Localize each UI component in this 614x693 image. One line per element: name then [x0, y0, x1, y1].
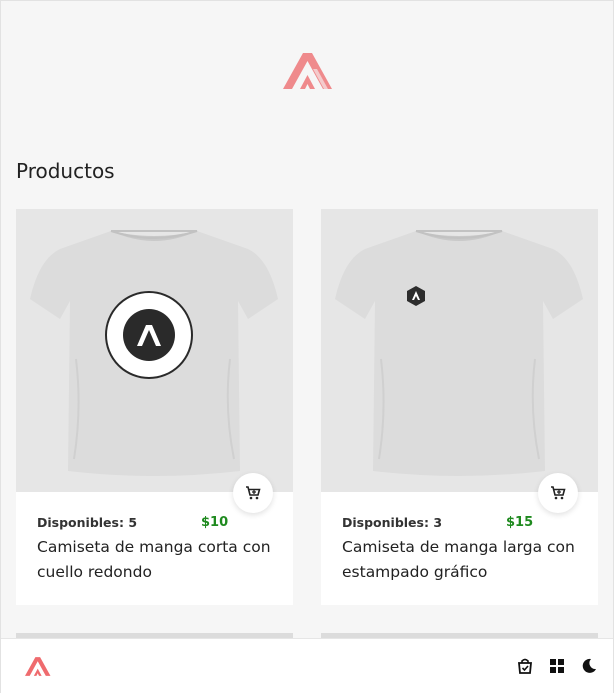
academlo-logo-icon[interactable] [25, 657, 51, 676]
product-name[interactable]: Camiseta de manga corta con cuello redon… [37, 535, 277, 585]
academlo-logo-icon[interactable] [283, 53, 333, 89]
add-to-cart-button[interactable] [538, 473, 578, 513]
bottom-navbar [1, 638, 613, 693]
grid-icon [550, 659, 564, 673]
product-image[interactable] [16, 209, 293, 492]
product-image[interactable] [321, 209, 598, 492]
moon-icon [582, 658, 596, 673]
dark-mode-toggle[interactable] [579, 656, 599, 676]
product-card[interactable]: Disponibles: 3 $15 Camiseta de manga lar… [321, 209, 598, 605]
product-name[interactable]: Camiseta de manga larga con estampado gr… [342, 535, 582, 585]
stock-label: Disponibles: 5 [37, 515, 138, 530]
product-card[interactable]: Disponibles: 5 $10 Camiseta de manga cor… [16, 209, 293, 605]
shopping-bag-icon [518, 658, 532, 674]
add-to-cart-button[interactable] [233, 473, 273, 513]
price-label: $10 [201, 515, 229, 530]
price-label: $15 [506, 515, 534, 530]
grid-view-button[interactable] [547, 656, 567, 676]
section-title: Productos [16, 159, 115, 183]
stock-label: Disponibles: 3 [342, 515, 443, 530]
cart-button[interactable] [515, 656, 535, 676]
cart-add-icon [551, 486, 566, 500]
cart-add-icon [246, 486, 261, 500]
